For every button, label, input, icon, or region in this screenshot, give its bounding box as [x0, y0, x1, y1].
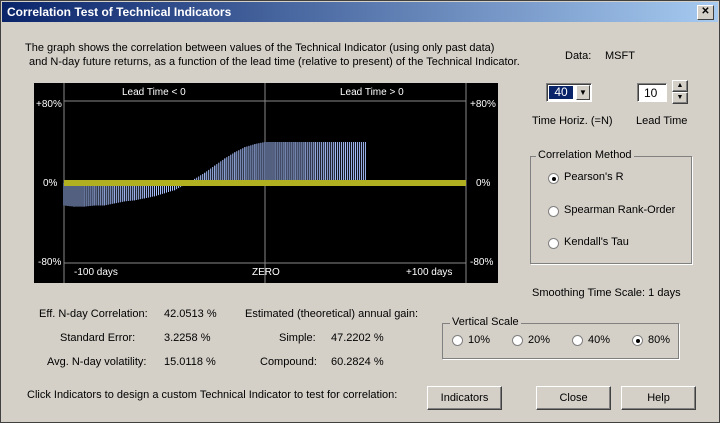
y-tick-top-right: +80% [470, 99, 496, 110]
vertical-scale-title: Vertical Scale [450, 316, 521, 328]
compound-label: Compound: [260, 356, 317, 368]
compound-value: 60.2824 % [331, 356, 384, 368]
title-bar: Correlation Test of Technical Indicators… [2, 2, 718, 22]
eff-correlation-value: 42.0513 % [164, 308, 217, 320]
data-label: Data: [565, 50, 592, 62]
description-line-1: The graph shows the correlation between … [25, 42, 495, 54]
lead-time-value: 10 [644, 86, 658, 100]
chevron-down-icon[interactable]: ▼ [576, 85, 590, 100]
lead-time-up-button[interactable]: ▲ [672, 80, 688, 92]
correlation-chart: Lead Time < 0 Lead Time > 0 +80% +80% 0%… [34, 83, 498, 283]
chart-canvas [63, 83, 467, 283]
radio-scale-10[interactable] [452, 335, 463, 346]
volatility-label: Avg. N-day volatility: [47, 356, 147, 368]
radio-kendall[interactable] [548, 238, 559, 249]
window-title: Correlation Test of Technical Indicators [7, 5, 232, 19]
time-horiz-label: Time Horiz. (=N) [532, 115, 613, 127]
dialog-window: Correlation Test of Technical Indicators… [0, 0, 720, 423]
simple-value: 47.2202 % [331, 332, 384, 344]
radio-scale-80[interactable] [632, 335, 643, 346]
spearman-label: Spearman Rank-Order [564, 204, 676, 216]
data-symbol: MSFT [605, 50, 635, 62]
radio-scale-40[interactable] [572, 335, 583, 346]
smoothing-time-scale: Smoothing Time Scale: 1 days [532, 287, 681, 299]
scale-20-label: 20% [528, 334, 551, 346]
scale-40-label: 40% [588, 334, 611, 346]
standard-error-value: 3.2258 % [164, 332, 211, 344]
correlation-method-title: Correlation Method [536, 149, 634, 161]
radio-spearman[interactable] [548, 206, 559, 217]
kendall-label: Kendall's Tau [564, 236, 629, 248]
y-tick-bottom-left: -80% [38, 257, 62, 268]
lead-time-input[interactable]: 10 [637, 83, 667, 102]
chart-label-lead-positive: Lead Time > 0 [340, 87, 404, 98]
x-tick-left: -100 days [74, 267, 118, 278]
pearson-label: Pearson's R [564, 171, 624, 183]
volatility-value: 15.0118 % [164, 356, 216, 368]
help-button[interactable]: Help [621, 386, 696, 410]
y-tick-bottom-right: -80% [470, 257, 494, 268]
chart-label-lead-negative: Lead Time < 0 [122, 87, 186, 98]
eff-correlation-label: Eff. N-day Correlation: [39, 308, 148, 320]
simple-label: Simple: [279, 332, 316, 344]
x-tick-zero: ZERO [252, 267, 280, 278]
indicators-button[interactable]: Indicators [427, 386, 502, 410]
time-horiz-value: 40 [549, 86, 573, 99]
standard-error-label: Standard Error: [60, 332, 136, 344]
chart-bars [63, 142, 366, 207]
radio-pearson[interactable] [548, 173, 559, 184]
close-window-button[interactable]: ✕ [697, 5, 714, 20]
footer-instructions: Click Indicators to design a custom Tech… [27, 389, 398, 401]
y-tick-mid-left: 0% [43, 178, 58, 189]
scale-10-label: 10% [468, 334, 491, 346]
radio-scale-20[interactable] [512, 335, 523, 346]
description-line-2: and N-day future returns, as a function … [29, 56, 520, 68]
x-tick-right: +100 days [406, 267, 453, 278]
lead-time-down-button[interactable]: ▼ [672, 92, 688, 104]
close-button[interactable]: Close [536, 386, 611, 410]
time-horiz-select[interactable]: 40 ▼ [546, 83, 592, 102]
scale-80-label: 80% [648, 334, 671, 346]
zero-band [64, 180, 466, 186]
lead-time-label: Lead Time [636, 115, 688, 127]
y-tick-mid-right: 0% [476, 178, 491, 189]
estimated-gain-label: Estimated (theoretical) annual gain: [245, 308, 419, 320]
y-tick-top-left: +80% [36, 99, 62, 110]
